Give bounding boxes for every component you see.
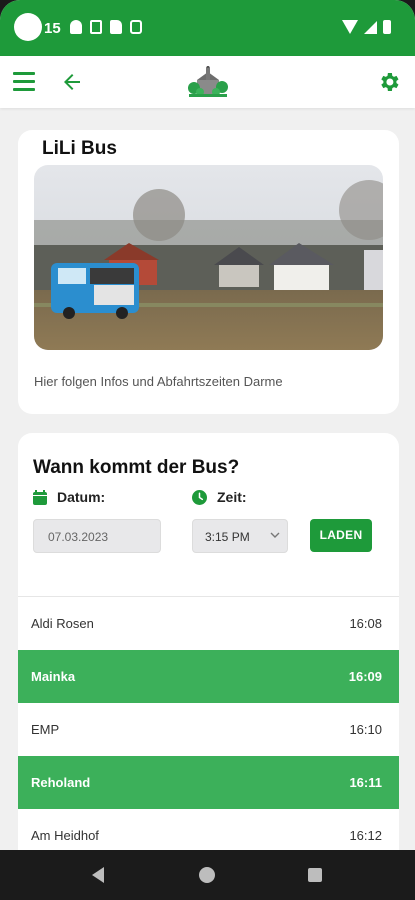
- stop-name: Reholand: [31, 775, 91, 790]
- town-logo[interactable]: [187, 66, 229, 100]
- chevron-down-icon: [270, 532, 280, 538]
- battery-icon: [383, 20, 391, 34]
- info-card-text: Hier folgen Infos und Abfahrtszeiten Dar…: [34, 374, 283, 389]
- date-label: Datum:: [57, 489, 106, 505]
- time-label: Zeit:: [217, 489, 247, 505]
- bus-in-field-photo: [34, 165, 383, 350]
- nav-recents-icon[interactable]: [308, 868, 322, 882]
- system-icons: [342, 20, 391, 34]
- phone-screen: 15 LiLi Bus Hier folgen Infos und Abfahr…: [0, 0, 415, 900]
- list-item[interactable]: Aldi Rosen 16:08: [18, 597, 399, 650]
- signal-icon: [364, 20, 377, 34]
- gear-icon[interactable]: [377, 70, 401, 94]
- stop-name: Aldi Rosen: [31, 616, 94, 631]
- status-time: 15: [44, 20, 61, 37]
- schedule-card: Wann kommt der Bus? Datum: Zeit: 07.03.2…: [18, 433, 399, 863]
- wifi-icon: [342, 20, 358, 34]
- calendar-icon: [33, 489, 47, 505]
- stop-name: Mainka: [31, 669, 76, 684]
- time-select-value: 3:15 PM: [205, 530, 250, 544]
- stop-time: 16:09: [348, 669, 382, 684]
- stop-name: Am Heidhof: [31, 828, 99, 843]
- list-item[interactable]: EMP 16:10: [18, 703, 399, 756]
- time-select[interactable]: 3:15 PM: [192, 519, 288, 553]
- stop-name: EMP: [31, 722, 60, 737]
- date-label-group: Datum:: [33, 489, 105, 505]
- date-field[interactable]: 07.03.2023: [33, 519, 161, 553]
- s-icon: [130, 20, 142, 34]
- bell-icon: [70, 20, 82, 34]
- stop-time: 16:11: [349, 775, 382, 790]
- list-item[interactable]: Reholand 16:11: [18, 756, 399, 809]
- camera-cutout: [14, 13, 42, 41]
- list-item[interactable]: Mainka 16:09: [18, 650, 399, 703]
- schedule-title: Wann kommt der Bus?: [33, 457, 240, 478]
- stop-time: 16:12: [349, 828, 382, 843]
- info-card: LiLi Bus Hier folgen Infos und Abfahrtsz…: [18, 130, 399, 414]
- nav-home-icon[interactable]: [199, 867, 215, 883]
- arrow-left-icon[interactable]: [60, 70, 84, 94]
- status-bar: 15: [0, 0, 415, 56]
- system-nav-bar: [0, 850, 415, 900]
- nav-back-icon[interactable]: [92, 867, 104, 883]
- stop-time: 16:08: [349, 616, 382, 631]
- info-card-title: LiLi Bus: [42, 138, 117, 159]
- time-label-group: Zeit:: [192, 489, 247, 505]
- load-button[interactable]: LADEN: [310, 519, 372, 552]
- stop-list: Aldi Rosen 16:08 Mainka 16:09 EMP 16:10 …: [18, 597, 399, 862]
- sd-card-icon: [110, 20, 122, 34]
- app-bar: [0, 56, 415, 108]
- hamburger-menu-icon[interactable]: [13, 72, 35, 92]
- clock-icon: [192, 489, 207, 505]
- notification-icons: [70, 20, 142, 34]
- a-icon: [90, 20, 102, 34]
- stop-time: 16:10: [349, 722, 382, 737]
